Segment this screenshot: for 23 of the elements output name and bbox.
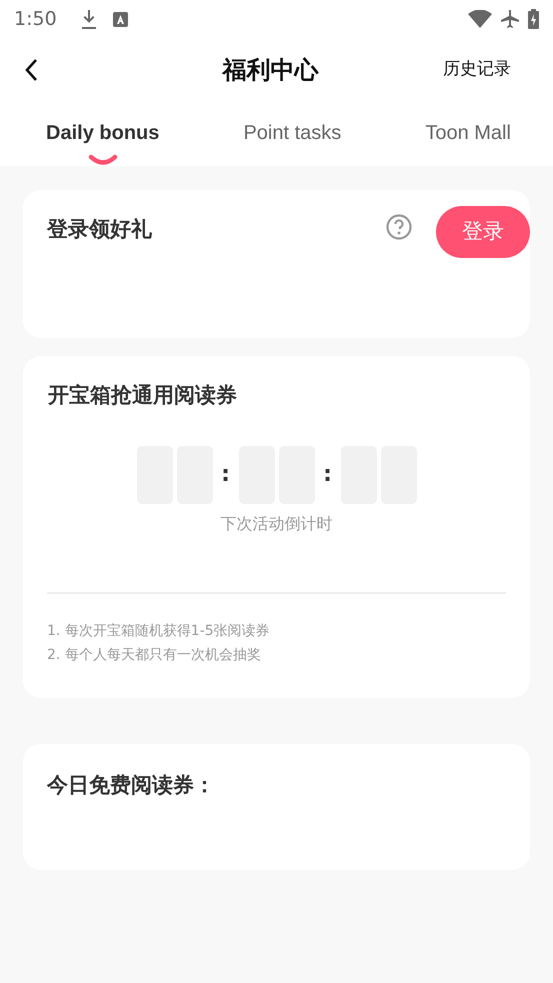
card-title: 今日免费阅读券： [47,773,215,797]
login-button[interactable]: 登录 [436,206,530,258]
back-icon[interactable] [24,58,38,82]
font-icon [112,12,128,26]
tab-indicator [88,154,118,166]
time-separator: : [322,461,333,489]
wifi-icon [468,10,492,28]
history-link[interactable]: 历史记录 [443,57,511,83]
rule-text: 2. 每个人每天都只有一次机会抽奖 [47,646,261,663]
countdown-caption: 下次活动倒计时 [220,514,332,532]
page-title: 福利中心 [220,55,320,86]
download-icon [80,10,97,28]
card-title: 登录领好礼 [47,216,153,243]
status-time: 1:50 [14,6,57,32]
rule-text: 1. 每次开宝箱随机获得1-5张阅读券 [47,622,270,638]
card-title: 开宝箱抢通用阅读券 [46,382,238,409]
time-separator: : [220,461,231,489]
tab[interactable]: Point tasks [243,110,342,166]
airplane-icon [500,9,520,29]
battery-icon [528,9,539,29]
help-icon[interactable] [386,214,412,240]
tab[interactable]: Daily bonus [46,110,160,166]
tab[interactable]: Toon Mall [425,110,511,166]
